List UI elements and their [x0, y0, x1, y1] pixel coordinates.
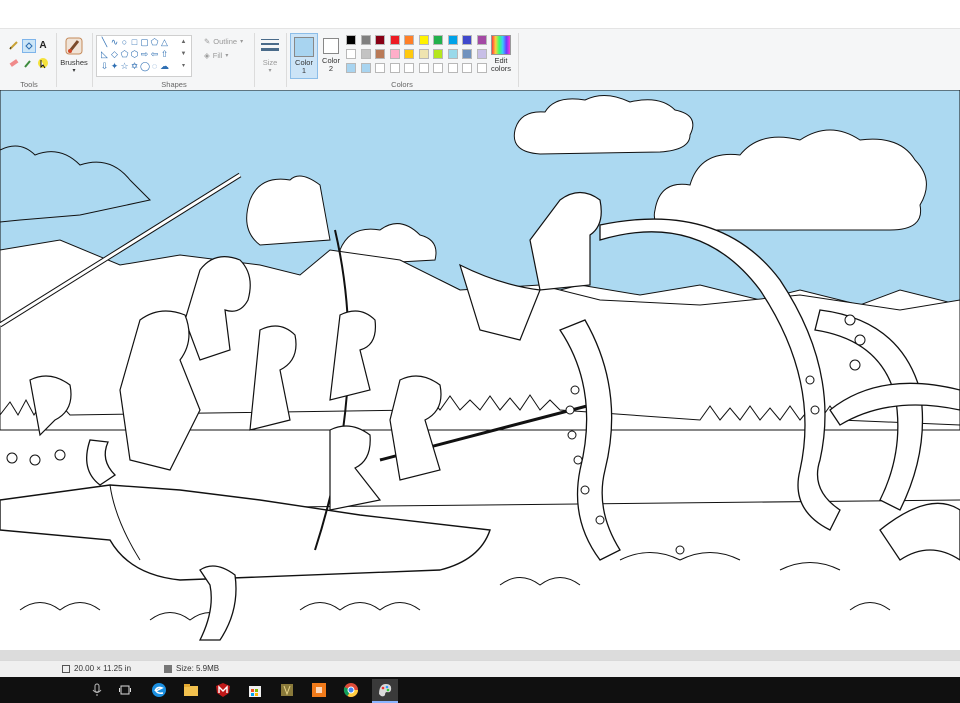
color-picker-tool[interactable] [22, 57, 34, 69]
mic-icon[interactable] [88, 681, 106, 699]
rounded-rectangle-shape-icon[interactable]: ▢ [140, 38, 149, 47]
five-point-star-shape-icon[interactable]: ☆ [120, 62, 129, 71]
size-label: Size [262, 58, 278, 67]
ribbon-separator [56, 33, 57, 87]
callout-shape-icon[interactable]: ◯ [140, 62, 150, 71]
polygon-shape-icon[interactable]: ⬠ [150, 38, 159, 47]
dimensions-text: 20.00 × 11.25 in [74, 664, 132, 673]
chrome-icon[interactable] [342, 681, 360, 699]
dimensions-status: 20.00 × 11.25 in [62, 664, 131, 673]
magnifier-tool[interactable] [37, 57, 49, 69]
task-view-icon[interactable] [116, 681, 134, 699]
drawing-canvas[interactable] [0, 90, 960, 650]
four-point-star-shape-icon[interactable]: ✦ [110, 62, 119, 71]
diamond-shape-icon[interactable]: ◇ [110, 50, 119, 59]
chevron-down-icon: ▾ [72, 68, 76, 74]
eraser-tool[interactable] [8, 57, 20, 69]
brushes-label: Brushes [60, 58, 88, 67]
hexagon-shape-icon[interactable]: ⬡ [130, 50, 139, 59]
outline-label: Outline [213, 37, 238, 46]
chevron-down-icon: ▾ [225, 53, 229, 59]
ribbon-separator [254, 33, 255, 87]
line-shape-icon[interactable]: ╲ [100, 38, 109, 47]
oval-shape-icon[interactable]: ○ [120, 38, 129, 47]
brushes-button[interactable]: Brushes ▾ [58, 35, 90, 75]
ribbon-separator [92, 33, 93, 87]
mcafee-icon[interactable] [214, 681, 232, 699]
boat [0, 484, 491, 581]
store-icon[interactable] [246, 681, 264, 699]
chevron-down-icon: ▾ [240, 39, 244, 45]
file-explorer-icon[interactable] [182, 681, 200, 699]
oval-callout-shape-icon[interactable]: ◌ [150, 62, 159, 71]
tools-group-label: Tools [20, 80, 38, 89]
line-width-icon [261, 39, 279, 51]
right-arrow-shape-icon[interactable]: ⇨ [140, 50, 149, 59]
size-button[interactable]: Size ▾ [256, 37, 284, 75]
colors-group-label: Colors [391, 80, 413, 89]
gallery-expand-icon[interactable]: ▾ [179, 62, 188, 71]
ribbon: A Tools Brushes ▾ Shapes ╲ ∿ ○ □ ▢ ⬠ △ ◺… [0, 28, 960, 92]
cloud-middle [246, 175, 331, 246]
triangle-shape-icon[interactable]: △ [160, 38, 169, 47]
file-size-status: Size: 5.9MB [164, 664, 219, 673]
edge-icon[interactable] [150, 681, 168, 699]
status-bar: 20.00 × 11.25 in Size: 5.9MB [0, 660, 960, 678]
shapes-gallery[interactable]: ╲ ∿ ○ □ ▢ ⬠ △ ◺ ◇ ⬠ ⬡ ⇨ ⇦ ⇧ ⇩ ✦ ☆ ✡ ◯ ◌ … [96, 35, 192, 77]
scroll-down-icon[interactable]: ▼ [179, 50, 188, 59]
pencil-tool[interactable] [8, 39, 20, 51]
down-arrow-shape-icon[interactable]: ⇩ [100, 62, 109, 71]
fill-bucket-icon: ◈ [204, 51, 210, 60]
pentagon-shape-icon[interactable]: ⬠ [120, 50, 129, 59]
windows-taskbar [0, 677, 960, 703]
scroll-up-icon[interactable]: ▲ [179, 38, 188, 47]
right-triangle-shape-icon[interactable]: ◺ [100, 50, 109, 59]
left-arrow-shape-icon[interactable]: ⇦ [150, 50, 159, 59]
game-icon[interactable] [278, 681, 296, 699]
shapes-group-label: Shapes [161, 80, 187, 89]
chevron-down-icon: ▾ [268, 68, 272, 74]
title-bar [0, 0, 960, 28]
curve-shape-icon[interactable]: ∿ [110, 38, 119, 47]
fill-label: Fill [212, 51, 223, 60]
up-arrow-shape-icon[interactable]: ⇧ [160, 50, 169, 59]
rectangle-shape-icon[interactable]: □ [130, 38, 139, 47]
orange-app-icon[interactable] [310, 681, 328, 699]
disk-icon [164, 664, 172, 673]
cloud-callout-shape-icon[interactable]: ☁ [160, 62, 169, 71]
file-size-text: Size: 5.9MB [176, 664, 220, 673]
six-point-star-shape-icon[interactable]: ✡ [130, 62, 139, 71]
outline-button[interactable]: ✎ Outline ▾ [204, 37, 243, 46]
colors-group: Colors [286, 29, 518, 91]
canvas-size-icon [62, 664, 70, 673]
fill-tool[interactable] [22, 39, 36, 53]
ribbon-separator [518, 33, 519, 87]
tools-group: A Tools [4, 29, 54, 91]
fill-button[interactable]: ◈ Fill ▾ [204, 51, 228, 60]
brush-icon [65, 37, 83, 55]
kraken-battle-illustration [0, 90, 960, 641]
paint-icon[interactable] [372, 679, 398, 703]
text-tool[interactable]: A [37, 39, 49, 51]
horizontal-scrollbar[interactable] [0, 650, 960, 660]
outline-icon: ✎ [204, 37, 211, 46]
